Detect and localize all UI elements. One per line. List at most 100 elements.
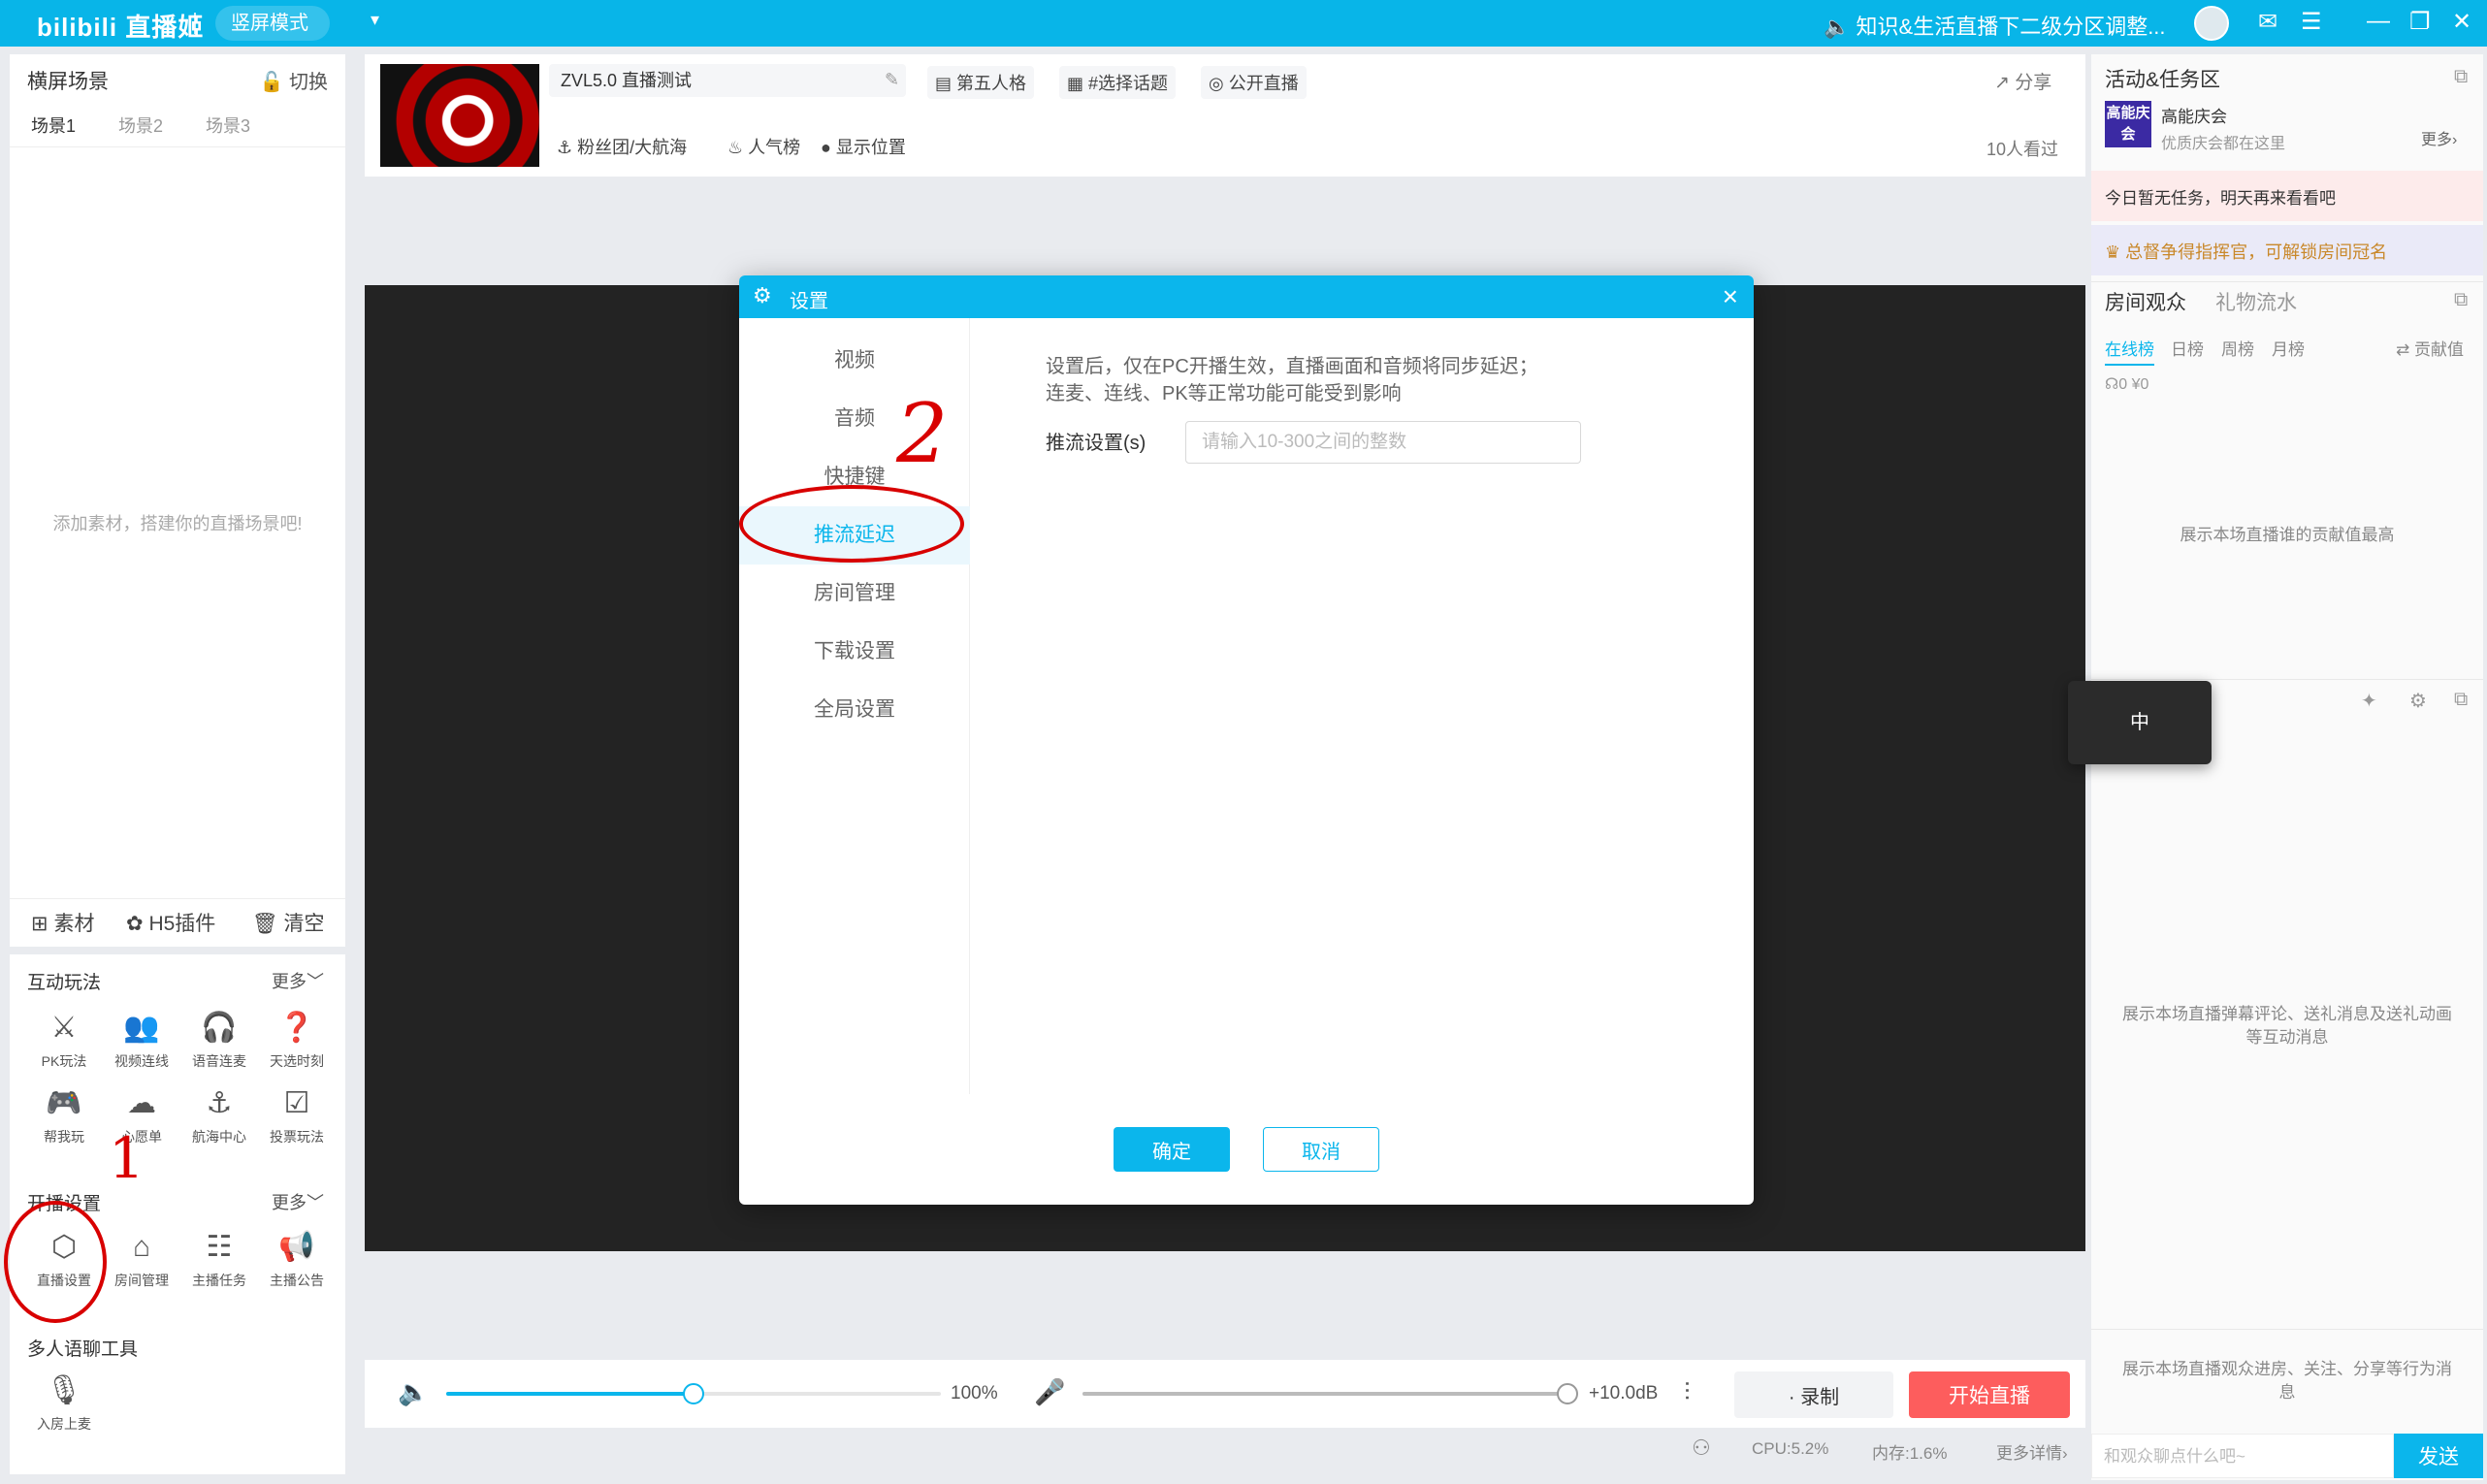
tab-online-rank[interactable]: 在线榜 [2105,336,2154,366]
fan-group-link[interactable]: ⚓ 粉丝团/大航海 [549,130,694,163]
ship-icon: ⚓ [206,1087,233,1119]
tool-join-mic[interactable]: 🎙 入房上麦 [25,1371,103,1434]
tab-daily-rank[interactable]: 日榜 [2171,336,2204,360]
dialog-close-icon[interactable]: × [1723,281,1738,312]
mixer-icon[interactable]: ⫶ [1684,1377,1691,1408]
audience-counts: ☊0 ¥0 [2105,376,2149,393]
dialog-header: ⚙ 设置 × [739,275,1754,318]
mail-icon[interactable]: ✉ [2258,8,2277,36]
chat-input[interactable]: 和观众聊点什么吧~ [2091,1434,2394,1478]
popout-icon[interactable]: ⧉ [2454,289,2468,311]
cloud-icon: ☁ [127,1087,156,1119]
tool-room-manage[interactable]: ⌂ 房间管理 [103,1228,180,1290]
popularity-link[interactable]: ♨ 人气榜 [720,130,808,163]
delay-input[interactable] [1185,421,1581,464]
pin-icon[interactable]: ✦ [2361,689,2377,713]
share-button[interactable]: ↗ 分享 [1994,68,2051,94]
tab-monthly-rank[interactable]: 月榜 [2272,336,2305,360]
nav-download[interactable]: 下载设置 [739,623,970,681]
dialog-title: 设置 [790,291,828,312]
visibility-tag[interactable]: ◎ 公开直播 [1201,66,1307,99]
mic-muted-icon[interactable]: 🎤 [1034,1377,1065,1407]
broadcast-more-button[interactable]: 更多﹀ [272,1189,324,1214]
tab-scene-3[interactable]: 场景3 [206,113,250,138]
contribution-sort[interactable]: ⇄ 贡献值 [2396,336,2464,360]
tool-announcement[interactable]: 📢 主播公告 [258,1228,336,1290]
location-link[interactable]: ● 显示位置 [813,130,914,163]
room-cover-image[interactable] [380,64,539,167]
tool-video-link[interactable]: 👥 视频连线 [103,1009,180,1071]
activity-more-link[interactable]: 更多› [2421,126,2457,149]
nav-room-manage[interactable]: 房间管理 [739,565,970,623]
topic-tag[interactable]: ▦ #选择话题 [1059,66,1177,99]
settings-icon[interactable]: ⚙ [2409,689,2427,713]
delay-label: 推流设置(s) [1046,433,1147,454]
send-button[interactable]: 发送 [2394,1434,2483,1478]
notice-link[interactable]: 🔈 知识&生活直播下二级分区调整... [1824,10,2166,41]
activity-name[interactable]: 高能庆会 [2161,103,2227,127]
activity-subtitle: 优质庆会都在这里 [2161,136,2286,152]
h5-plugin-button[interactable]: ✿ H5插件 [126,908,215,937]
megaphone-icon: 📢 [278,1231,315,1263]
tab-room-audience[interactable]: 房间观众 [2105,287,2186,316]
tab-scene-1[interactable]: 场景1 [31,113,76,138]
popout-icon[interactable]: ⧉ [2454,689,2468,711]
confirm-button[interactable]: 确定 [1114,1127,1230,1172]
record-button[interactable]: · 录制 [1734,1371,1893,1418]
switch-orientation-button[interactable]: 🔓 切换 [260,66,328,94]
cancel-button[interactable]: 取消 [1263,1127,1379,1172]
tool-streamer-tasks[interactable]: ☷ 主播任务 [180,1228,258,1290]
annotation-mark-1: 1 [109,1125,145,1191]
mic-gain-handle[interactable] [1557,1383,1578,1404]
crown-banner[interactable]: ♛ 总督争得指挥官，可解锁房间冠名 [2091,225,2483,275]
tab-scene-2[interactable]: 场景2 [118,113,163,138]
category-tag[interactable]: ▤ 第五人格 [927,66,1035,99]
annotation-mark-2: 2 [896,386,949,481]
minimize-icon[interactable]: — [2367,8,2390,35]
room-title-field[interactable]: ZVL5.0 直播测试 [549,64,906,97]
activity-badge[interactable]: 高能庆会 [2105,101,2151,147]
pin-icon: ● [821,138,831,157]
add-source-button[interactable]: ⊞ 素材 [31,908,94,937]
popout-icon[interactable]: ⧉ [2454,66,2468,88]
nav-video[interactable]: 视频 [739,332,970,390]
puzzle-icon: ✿ [126,913,144,935]
speaker-icon[interactable]: 🔈 [398,1377,429,1407]
tool-voice-link[interactable]: 🎧 语音连麦 [180,1009,258,1071]
tab-weekly-rank[interactable]: 周榜 [2221,336,2254,360]
performance-icon[interactable]: ⚇ [1692,1436,1711,1461]
hashtag-icon: ▦ [1067,74,1084,93]
mode-switch[interactable]: 竖屏模式 [215,6,330,41]
record-dot-icon: · [1788,1386,1795,1408]
more-details-link[interactable]: 更多详情› [1996,1439,2068,1464]
avatar[interactable] [2194,6,2229,41]
room-info-bar: ZVL5.0 直播测试 ✎ ▤ 第五人格 ▦ #选择话题 ◎ 公开直播 ⚓ 粉丝… [365,54,2085,177]
clear-button[interactable]: 🗑 清空 [252,908,325,937]
close-icon[interactable]: ✕ [2452,8,2471,36]
scene-panel-title: 横屏场景 [27,71,109,93]
edit-icon[interactable]: ✎ [885,70,899,90]
activity-title: 活动&任务区 [2105,69,2221,91]
nav-global[interactable]: 全局设置 [739,681,970,739]
maximize-icon[interactable]: ❐ [2409,8,2431,36]
tool-pk[interactable]: ⚔ PK玩法 [25,1009,103,1071]
category-icon: ▤ [935,74,953,93]
annotation-circle-1 [4,1201,107,1323]
task-banner[interactable]: 今日暂无任务，明天再来看看吧 [2091,171,2483,221]
speaker-volume-handle[interactable] [683,1383,704,1404]
tool-vote[interactable]: ☑ 投票玩法 [258,1084,336,1146]
tool-lottery[interactable]: ❓ 天选时刻 [258,1009,336,1071]
viewer-count: 10人看过 [1986,140,2059,159]
audio-control-bar: 🔈 100% 🎤 +10.0dB ⫶ · 录制 开始直播 [365,1360,2085,1428]
chevron-down-icon[interactable]: ▾ [371,10,379,30]
menu-icon[interactable]: ☰ [2301,8,2322,36]
title-bar: bilibili 直播姬 竖屏模式 ▾ 🔈 知识&生活直播下二级分区调整... … [0,0,2487,47]
interactive-more-button[interactable]: 更多﹀ [272,968,324,993]
tool-help-play[interactable]: 🎮 帮我玩 [25,1084,103,1146]
mic-gain-slider[interactable] [1082,1392,1567,1396]
tab-gift-flow[interactable]: 礼物流水 [2215,287,2297,316]
flame-icon: ♨ [727,138,744,157]
tool-voyage[interactable]: ⚓ 航海中心 [180,1084,258,1146]
start-live-button[interactable]: 开始直播 [1909,1371,2070,1418]
anchor-icon: ⚓ [557,138,573,157]
